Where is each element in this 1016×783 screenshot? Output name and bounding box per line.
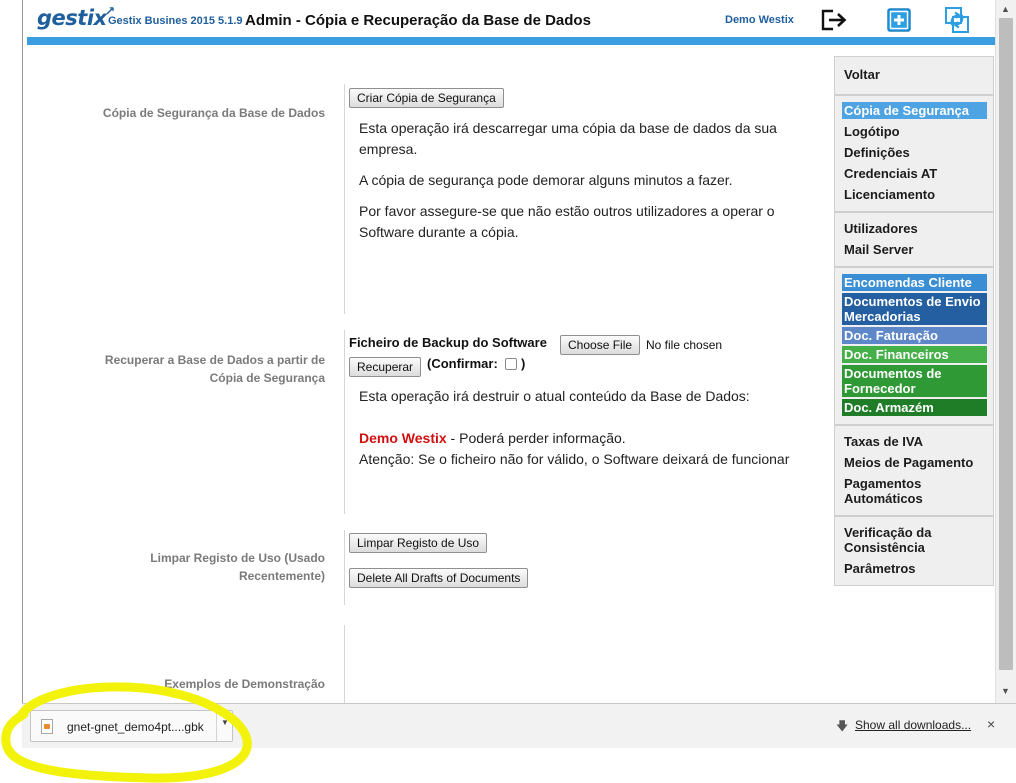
add-icon[interactable] (885, 6, 913, 34)
backup-description: Esta operação irá descarregar uma cópia … (359, 120, 777, 157)
delete-drafts-button[interactable]: Delete All Drafts of Documents (349, 568, 529, 588)
company-name: Demo Westix (359, 430, 447, 446)
menu-item-parametros[interactable]: Parâmetros (844, 558, 985, 579)
download-arrow-icon: 🡇 (836, 719, 849, 733)
create-backup-button[interactable]: Criar Cópia de Segurança (349, 88, 504, 108)
logo-text: gestix (37, 6, 107, 30)
menu-group-payments: Taxas de IVA Meios de Pagamento Pagament… (835, 426, 993, 517)
company-warning-text: - Poderá perder informação. (446, 430, 626, 446)
menu-group-system: Verificação da Consistência Parâmetros (835, 517, 993, 585)
restore-section-label: Recuperar a Base de Dados a partir de Có… (104, 353, 325, 385)
close-icon[interactable]: × (987, 716, 995, 732)
menu-item-doc-faturacao[interactable]: Doc. Faturação (842, 327, 987, 344)
menu-item-definicoes[interactable]: Definições (844, 142, 985, 163)
menu-item-taxas-iva[interactable]: Taxas de IVA (844, 431, 985, 452)
menu-item-doc-armazem[interactable]: Doc. Armazém (842, 399, 987, 416)
vertical-scrollbar[interactable]: ▲ ▼ (995, 0, 1016, 703)
attention-note: Atenção: Se o ficheiro não for válido, o… (359, 451, 790, 467)
user-name-link[interactable]: Demo Westix (725, 14, 794, 26)
highlight-annotation (1, 682, 252, 783)
menu-item-voltar[interactable]: Voltar (844, 62, 985, 88)
backup-duration-note: A cópia de segurança pode demorar alguns… (359, 172, 733, 188)
app-header: gestix ↗ Gestix Busines 2015 5.1.9 Admin … (23, 0, 995, 46)
clear-usage-button[interactable]: Limpar Registo de Uso (349, 533, 488, 553)
menu-item-documentos-fornecedor[interactable]: Documentos de Fornecedor (842, 365, 987, 397)
menu-item-copia-seguranca[interactable]: Cópia de Segurança (842, 102, 987, 119)
menu-item-meios-pagamento[interactable]: Meios de Pagamento (844, 452, 985, 473)
restore-button[interactable]: Recuperar (349, 357, 422, 377)
browser-window: gestix ↗ Gestix Busines 2015 5.1.9 Admin … (22, 0, 1016, 748)
backup-users-warning: Por favor assegure-se que não estão outr… (359, 203, 775, 240)
divider-line (344, 84, 345, 314)
company-warning: Demo Westix - Poderá perder informação. (359, 428, 809, 449)
menu-item-utilizadores[interactable]: Utilizadores (844, 218, 985, 239)
menu-item-documentos-envio[interactable]: Documentos de Envio Mercadorias (842, 293, 987, 325)
divider-line (344, 625, 345, 703)
menu-item-licenciamento[interactable]: Licenciamento (844, 184, 985, 205)
menu-item-credenciais-at[interactable]: Credenciais AT (844, 163, 985, 184)
page-content: gestix ↗ Gestix Busines 2015 5.1.9 Admin … (23, 0, 995, 703)
menu-item-logotipo[interactable]: Logótipo (844, 121, 985, 142)
confirm-checkbox[interactable] (505, 358, 517, 370)
divider-line (344, 330, 345, 514)
menu-group-company: Cópia de Segurança Logótipo Definições C… (835, 96, 993, 213)
confirm-close-paren: ) (521, 356, 526, 371)
restore-warning: Esta operação irá destruir o atual conte… (359, 388, 750, 404)
menu-group-back: Voltar (835, 57, 993, 96)
menu-group-documents: Encomendas Cliente Documentos de Envio M… (835, 268, 993, 426)
header-accent-bar (27, 37, 995, 45)
menu-item-verificacao-consistencia[interactable]: Verificação da Consistência (844, 522, 985, 558)
menu-item-doc-financeiros[interactable]: Doc. Financeiros (842, 346, 987, 363)
clear-usage-section-label: Limpar Registo de Uso (Usado Recentement… (150, 551, 325, 583)
app-version: Gestix Busines 2015 5.1.9 (108, 15, 243, 27)
menu-item-encomendas-cliente[interactable]: Encomendas Cliente (842, 274, 987, 291)
page-title: Admin - Cópia e Recuperação da Base de D… (245, 12, 591, 29)
menu-item-pagamentos-automaticos[interactable]: Pagamentos Automáticos (844, 473, 985, 509)
scroll-up-icon[interactable]: ▲ (1001, 4, 1010, 14)
gestix-logo[interactable]: gestix ↗ (37, 4, 115, 30)
backup-section-label: Cópia de Segurança da Base de Dados (102, 106, 325, 120)
menu-item-mail-server[interactable]: Mail Server (844, 239, 985, 260)
admin-side-menu: Voltar Cópia de Segurança Logótipo Defin… (834, 56, 994, 586)
confirm-label: (Confirmar: (427, 356, 498, 371)
backup-file-label: Ficheiro de Backup do Software (349, 335, 547, 350)
choose-file-button[interactable]: Choose File (560, 335, 641, 355)
scroll-thumb[interactable] (999, 18, 1013, 670)
scroll-down-icon[interactable]: ▼ (1001, 686, 1010, 696)
show-all-downloads-link[interactable]: Show all downloads... (855, 718, 971, 732)
file-status-text: No file chosen (646, 338, 723, 352)
divider-line (344, 530, 345, 605)
logout-icon[interactable] (819, 6, 847, 34)
sync-icon[interactable] (943, 6, 971, 34)
menu-group-users: Utilizadores Mail Server (835, 213, 993, 268)
